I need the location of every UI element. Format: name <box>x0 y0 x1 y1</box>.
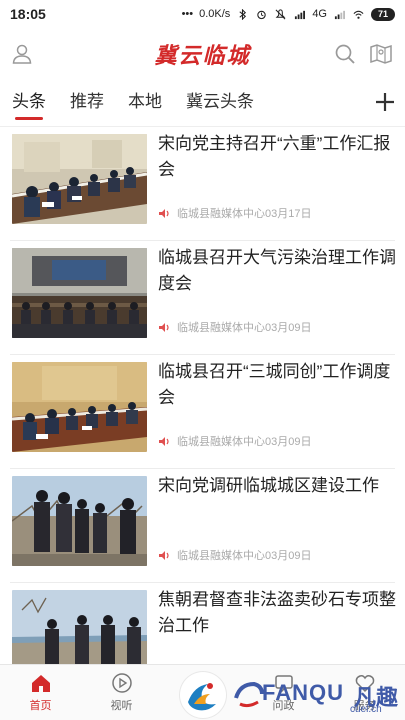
watermark-swirl-icon <box>234 681 264 708</box>
tab-recommended[interactable]: 推荐 <box>70 84 104 124</box>
news-meta: 临城县融媒体中心 03月09日 <box>158 547 311 563</box>
news-thumbnail[interactable] <box>12 476 147 566</box>
watermark-text: FANQU <box>262 680 344 705</box>
news-title[interactable]: 焦朝君督查非法盗卖砂石专项整治工作 <box>158 587 398 639</box>
news-item[interactable]: 宋向党调研临城城区建设工作 临城县融媒体中心 03月09日 <box>10 469 395 583</box>
news-thumbnail[interactable] <box>12 248 147 338</box>
battery-indicator: 71 <box>371 7 395 21</box>
nav-media[interactable]: 视听 <box>81 665 162 720</box>
signal-2-icon <box>334 10 345 19</box>
watermark-sub: cuel.cn <box>350 704 382 715</box>
more-dots-icon: ••• <box>181 8 194 20</box>
nav-home-label: 首页 <box>29 700 52 712</box>
news-title[interactable]: 临城县召开大气污染治理工作调度会 <box>158 245 398 297</box>
home-icon <box>31 675 50 692</box>
alarm-icon <box>257 10 267 19</box>
nav-home[interactable]: 首页 <box>0 665 81 720</box>
tab-local[interactable]: 本地 <box>128 84 162 124</box>
app-header: 冀云临城 <box>0 30 405 78</box>
search-icon[interactable] <box>333 42 357 66</box>
user-icon[interactable] <box>10 42 34 66</box>
speaker-icon[interactable] <box>158 322 171 333</box>
news-source: 临城县融媒体中心 <box>177 436 265 448</box>
tab-jiyun-headlines[interactable]: 冀云头条 <box>186 84 254 124</box>
channel-tabs: 头条 推荐 本地 冀云头条 <box>0 84 405 124</box>
news-source: 临城县融媒体中心 <box>177 322 265 334</box>
news-thumbnail[interactable] <box>12 362 147 452</box>
nav-media-label: 视听 <box>110 700 133 712</box>
play-icon <box>111 673 132 693</box>
news-item[interactable]: 临城县召开大气污染治理工作调度会 临城县融媒体中心 03月09日 <box>10 241 398 355</box>
news-meta: 临城县融媒体中心 03月09日 <box>158 433 311 449</box>
news-date: 03月17日 <box>265 208 312 220</box>
bluetooth-icon <box>239 8 247 20</box>
speaker-icon[interactable] <box>158 436 171 447</box>
news-date: 03月09日 <box>265 436 312 448</box>
watermark-logo: FANQU 凡趣 cuel.cn <box>232 676 405 716</box>
news-title[interactable]: 宋向党主持召开“六重”工作汇报会 <box>158 131 398 183</box>
network-speed: 0.0K/s <box>199 8 231 20</box>
speaker-icon[interactable] <box>158 208 171 219</box>
tab-headlines[interactable]: 头条 <box>12 84 46 124</box>
news-thumbnail[interactable] <box>12 134 147 224</box>
news-source: 临城县融媒体中心 <box>177 550 265 562</box>
mute-icon <box>275 8 286 19</box>
news-list: 宋向党主持召开“六重”工作汇报会 临城县融媒体中心 03月17日 临城县召开大气… <box>0 127 405 697</box>
app-title: 冀云临城 <box>154 43 251 69</box>
news-date: 03月09日 <box>265 322 312 334</box>
news-title[interactable]: 临城县召开“三城同创”工作调度会 <box>158 359 398 411</box>
speaker-icon[interactable] <box>158 550 171 561</box>
status-bar: 18:05 ••• 0.0K/s 4G 71 <box>0 0 405 28</box>
news-item[interactable]: 宋向党主持召开“六重”工作汇报会 临城县融媒体中心 03月17日 <box>10 127 395 241</box>
app-logo-icon[interactable] <box>180 672 226 718</box>
network-type: 4G <box>312 8 327 20</box>
wifi-icon <box>353 10 364 19</box>
news-date: 03月09日 <box>265 550 312 562</box>
news-source: 临城县融媒体中心 <box>177 208 265 220</box>
news-title[interactable]: 宋向党调研临城城区建设工作 <box>158 473 398 499</box>
add-channel-icon[interactable] <box>373 90 397 114</box>
signal-1-icon <box>295 10 306 19</box>
map-icon[interactable] <box>369 42 393 66</box>
status-time: 18:05 <box>10 6 46 22</box>
news-item[interactable]: 临城县召开“三城同创”工作调度会 临城县融媒体中心 03月09日 <box>10 355 395 469</box>
news-meta: 临城县融媒体中心 03月17日 <box>158 205 311 221</box>
news-meta: 临城县融媒体中心 03月09日 <box>158 319 311 335</box>
status-icons: ••• 0.0K/s 4G 71 <box>181 7 395 21</box>
